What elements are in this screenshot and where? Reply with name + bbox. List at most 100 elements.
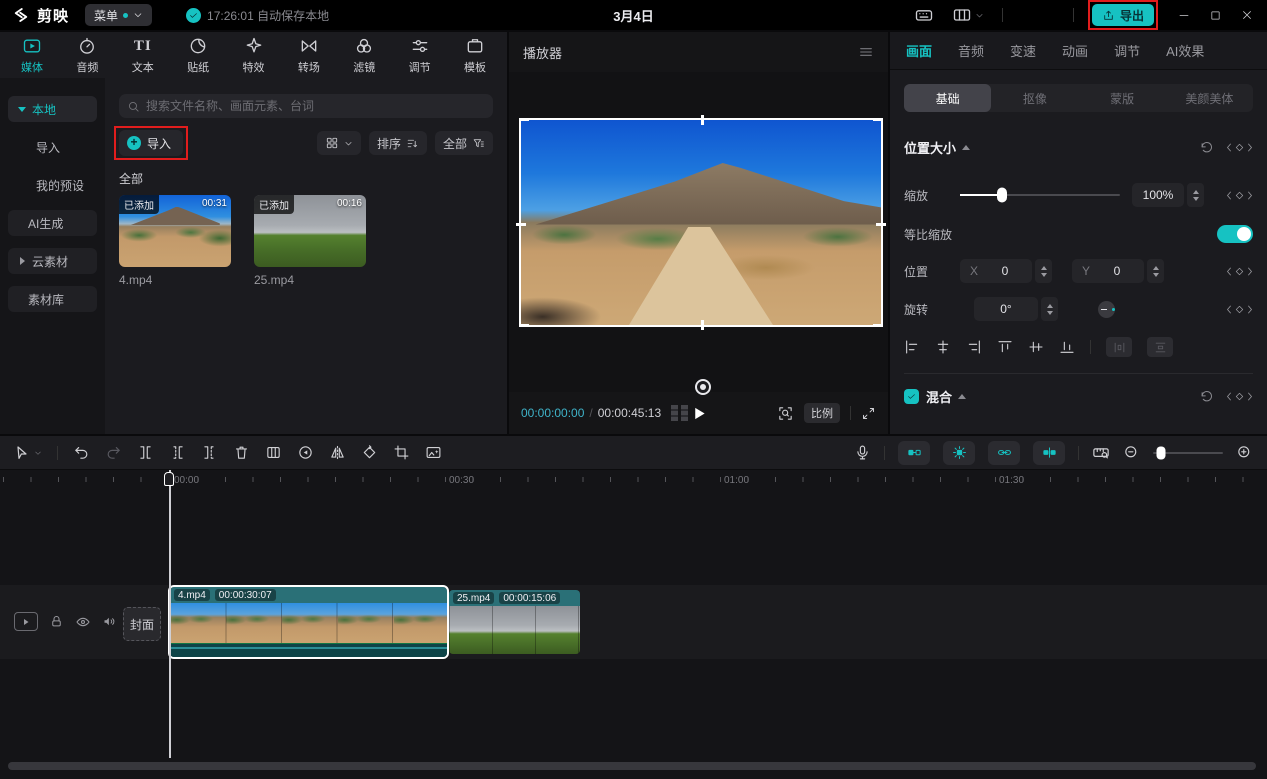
tab-text[interactable]: TI 文本 xyxy=(117,36,169,75)
rotate-dial[interactable] xyxy=(1098,301,1115,318)
mirror-icon[interactable] xyxy=(329,444,346,461)
play-button[interactable] xyxy=(691,406,706,421)
tab-sticker[interactable]: 贴纸 xyxy=(172,36,224,75)
keyframe-diamond-icon[interactable] xyxy=(1234,304,1245,315)
layout-switch-button[interactable] xyxy=(952,5,984,25)
align-bottom-icon[interactable] xyxy=(1059,339,1075,355)
hide-track-icon[interactable] xyxy=(75,614,91,630)
frame-view-icon[interactable] xyxy=(671,405,688,421)
position-y-stepper[interactable] xyxy=(1147,259,1164,283)
subtab-basic[interactable]: 基础 xyxy=(904,84,991,112)
align-top-icon[interactable] xyxy=(997,339,1013,355)
sidebar-item-cloud[interactable]: 云素材 xyxy=(8,248,97,274)
keyframe-control[interactable] xyxy=(1226,190,1253,201)
clip-thumbnail[interactable]: 已添加 00:16 xyxy=(254,195,366,267)
distribute-horizontal-icon[interactable] xyxy=(1106,337,1132,357)
sidebar-item-import[interactable]: 导入 xyxy=(8,134,97,160)
select-tool-button[interactable] xyxy=(14,445,42,461)
mute-track-icon[interactable] xyxy=(102,614,117,629)
tab-picture[interactable]: 画面 xyxy=(906,41,932,60)
tab-animation[interactable]: 动画 xyxy=(1062,41,1088,60)
import-button[interactable]: + 导入 xyxy=(119,130,183,156)
collapse-icon[interactable] xyxy=(958,394,966,399)
menu-button[interactable]: 菜单 xyxy=(85,4,152,26)
tab-adjust[interactable]: 调节 xyxy=(1114,41,1140,60)
crop-icon[interactable] xyxy=(393,444,410,461)
subtab-cutout[interactable]: 抠像 xyxy=(991,84,1078,112)
zoom-in-icon[interactable] xyxy=(1236,444,1253,461)
scale-slider[interactable] xyxy=(960,194,1120,196)
timeline-ruler[interactable]: 00:00 00:30 01:00 01:30 xyxy=(0,470,1267,492)
lock-track-icon[interactable] xyxy=(49,614,64,629)
search-input[interactable] xyxy=(146,99,485,113)
timeline-clip-1[interactable]: 4.mp4 00:00:30:07 xyxy=(170,587,447,657)
align-right-icon[interactable] xyxy=(966,339,982,355)
sidebar-item-local[interactable]: 本地 xyxy=(8,96,97,122)
search-bar[interactable] xyxy=(119,94,493,118)
cover-button[interactable]: 封面 xyxy=(123,607,161,641)
minimize-button[interactable] xyxy=(1178,9,1190,21)
ratio-button[interactable]: 比例 xyxy=(804,403,840,423)
split-left-icon[interactable] xyxy=(169,444,186,461)
playhead-handle[interactable] xyxy=(164,472,174,486)
player-menu-icon[interactable] xyxy=(858,44,874,60)
subtab-beauty[interactable]: 美颜美体 xyxy=(1166,84,1253,112)
tab-adjust[interactable]: 调节 xyxy=(394,36,446,75)
sidebar-item-ai-generate[interactable]: AI生成 xyxy=(8,210,97,236)
horizontal-scrollbar[interactable] xyxy=(8,762,1256,770)
tab-audio[interactable]: 音频 xyxy=(958,41,984,60)
keyframe-control[interactable] xyxy=(1226,304,1253,315)
preview-zoom-icon[interactable] xyxy=(777,405,794,422)
undo-icon[interactable] xyxy=(73,444,90,461)
sidebar-item-presets[interactable]: 我的预设 xyxy=(8,172,97,198)
record-voiceover-icon[interactable] xyxy=(854,444,871,461)
rotate-stepper[interactable] xyxy=(1041,297,1058,321)
split-icon[interactable] xyxy=(137,444,154,461)
sort-button[interactable]: 排序 xyxy=(369,131,427,155)
keyframe-diamond-icon[interactable] xyxy=(1234,142,1245,153)
reset-icon[interactable] xyxy=(1199,140,1214,155)
collapse-icon[interactable] xyxy=(962,145,970,150)
align-center-vertical-icon[interactable] xyxy=(1028,339,1044,355)
distribute-vertical-icon[interactable] xyxy=(1147,337,1173,357)
main-track-magnet-button[interactable] xyxy=(1033,441,1065,465)
align-left-icon[interactable] xyxy=(904,339,920,355)
preview-axis-toggle-button[interactable] xyxy=(988,441,1020,465)
tab-transitions[interactable]: 转场 xyxy=(283,36,335,75)
tab-ai-effects[interactable]: AI效果 xyxy=(1166,41,1204,60)
preview-frame-image[interactable] xyxy=(521,120,881,325)
keyframe-control[interactable] xyxy=(1226,142,1253,153)
player-stage[interactable] xyxy=(509,72,888,392)
playhead-line[interactable] xyxy=(169,470,171,758)
clip-thumbnail[interactable]: 已添加 00:31 xyxy=(119,195,231,267)
slider-knob[interactable] xyxy=(997,188,1007,203)
timeline-clip-2[interactable]: 25.mp4 00:00:15:06 xyxy=(449,590,580,654)
snap-toggle-button[interactable] xyxy=(898,441,930,465)
linkage-toggle-button[interactable] xyxy=(943,441,975,465)
media-clip-card[interactable]: 已添加 00:31 4.mp4 xyxy=(119,195,231,287)
reset-icon[interactable] xyxy=(1199,389,1214,404)
tab-templates[interactable]: 模板 xyxy=(449,36,501,75)
rotate-icon[interactable] xyxy=(361,444,378,461)
reverse-icon[interactable] xyxy=(297,444,314,461)
filter-button[interactable]: 全部 xyxy=(435,131,493,155)
split-right-icon[interactable] xyxy=(201,444,218,461)
position-x-stepper[interactable] xyxy=(1035,259,1052,283)
tab-speed[interactable]: 变速 xyxy=(1010,41,1036,60)
export-button[interactable]: 导出 xyxy=(1092,4,1154,26)
blend-checkbox[interactable] xyxy=(904,389,919,404)
keyframe-control[interactable] xyxy=(1226,266,1253,277)
timeline-scale-icon[interactable] xyxy=(1092,444,1110,462)
align-center-horizontal-icon[interactable] xyxy=(935,339,951,355)
position-y-field[interactable]: Y 0 xyxy=(1072,259,1144,283)
close-button[interactable] xyxy=(1241,9,1253,21)
tab-filters[interactable]: 滤镜 xyxy=(338,36,390,75)
maximize-button[interactable] xyxy=(1210,10,1221,21)
subtab-mask[interactable]: 蒙版 xyxy=(1079,84,1166,112)
timeline-zoom-slider[interactable] xyxy=(1153,452,1223,454)
zoom-out-icon[interactable] xyxy=(1123,444,1140,461)
slider-knob[interactable] xyxy=(1157,446,1166,459)
redo-icon[interactable] xyxy=(105,444,122,461)
delete-icon[interactable] xyxy=(233,444,250,461)
position-x-field[interactable]: X 0 xyxy=(960,259,1032,283)
